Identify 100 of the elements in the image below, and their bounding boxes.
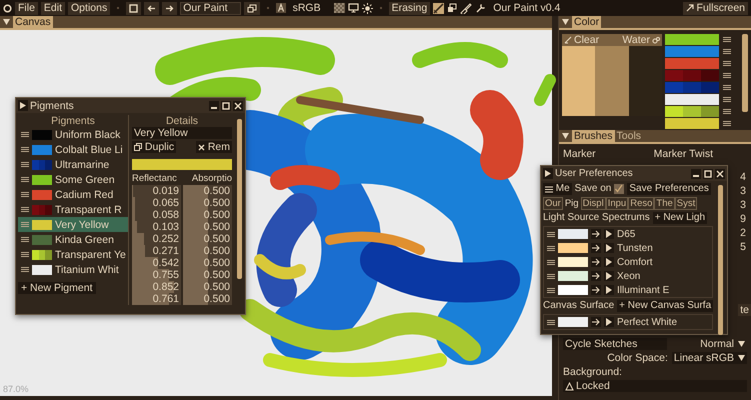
menu-button[interactable]: File (15, 2, 38, 14)
monitor-icon[interactable] (348, 3, 359, 13)
palette-swatch[interactable] (665, 106, 719, 117)
drag-handle-icon[interactable] (723, 49, 731, 54)
menu-button[interactable]: Me (543, 183, 572, 195)
maximize-icon[interactable] (221, 100, 231, 110)
scrollbar[interactable] (237, 119, 242, 279)
light-color-swatch[interactable] (558, 257, 588, 267)
drag-handle-icon[interactable] (21, 207, 29, 212)
drag-handle-icon[interactable] (547, 320, 555, 324)
erasing-toggle[interactable]: Erasing (388, 2, 430, 14)
locked-toggle[interactable]: Locked (563, 380, 747, 392)
cycle-sketches-button[interactable]: Cycle Sketches (563, 338, 667, 350)
reflectance-slider[interactable]: 0.761 (132, 293, 181, 305)
arrow-right-icon[interactable] (591, 285, 601, 295)
drag-handle-icon[interactable] (547, 288, 555, 292)
drag-handle-icon[interactable] (723, 121, 731, 126)
drag-handle-icon[interactable] (723, 109, 731, 114)
pigment-item[interactable]: Cadium Red (18, 187, 128, 202)
palette-swatch[interactable] (665, 94, 719, 105)
pigment-name-field[interactable]: Very Yellow (132, 127, 232, 139)
reflectance-slider[interactable]: 0.019 (132, 185, 181, 197)
app-logo-icon[interactable] (3, 4, 12, 12)
pigment-item[interactable]: Transparent Ye (18, 247, 128, 262)
absorption-slider[interactable]: 0.500 (183, 257, 232, 269)
light-color-swatch[interactable] (558, 271, 588, 281)
collapse-triangle-icon[interactable] (559, 19, 572, 25)
water-button[interactable]: Water (622, 34, 660, 46)
close-icon[interactable] (715, 168, 725, 178)
palette-swatch[interactable] (665, 70, 719, 81)
clear-button[interactable]: Clear (564, 34, 600, 46)
menu-button[interactable]: Edit (40, 2, 66, 14)
minimize-icon[interactable] (691, 168, 701, 178)
reflectance-slider[interactable]: 0.755 (132, 269, 181, 281)
absorption-slider[interactable]: 0.500 (183, 269, 232, 281)
surface-color-swatch[interactable] (558, 317, 588, 327)
drag-handle-icon[interactable] (21, 162, 29, 167)
play-icon[interactable] (604, 317, 614, 327)
pigment-item[interactable]: Uniform Black (18, 127, 128, 142)
pigment-item[interactable]: Some Green (18, 172, 128, 187)
absorption-slider[interactable]: 0.500 (183, 245, 232, 257)
drag-handle-icon[interactable] (21, 132, 29, 137)
drag-handle-icon[interactable] (21, 267, 29, 272)
preferences-tab[interactable]: The (654, 197, 675, 210)
collapse-triangle-icon[interactable] (0, 19, 13, 25)
absorption-slider[interactable]: 0.500 (183, 233, 232, 245)
mix-color-area[interactable] (595, 46, 629, 116)
drag-handle-icon[interactable] (21, 147, 29, 152)
scrollbar[interactable] (718, 185, 723, 335)
reflectance-slider[interactable]: 0.252 (132, 233, 181, 245)
checker-icon[interactable] (334, 3, 345, 13)
new-light-button[interactable]: + New Ligh (652, 212, 708, 224)
reflectance-slider[interactable]: 0.103 (132, 221, 181, 233)
play-icon[interactable] (604, 271, 614, 281)
collapse-triangle-icon[interactable] (559, 133, 572, 139)
reflectance-slider[interactable]: 0.058 (132, 209, 181, 221)
absorption-slider[interactable]: 0.500 (183, 185, 232, 197)
pigment-item[interactable]: Kinda Green (18, 232, 128, 247)
play-icon[interactable] (604, 229, 614, 239)
light-color-swatch[interactable] (558, 285, 588, 295)
brush-item[interactable]: Marker (563, 148, 596, 160)
square-icon[interactable] (126, 2, 142, 14)
preferences-tab[interactable]: Reso (628, 197, 654, 210)
reflectance-slider[interactable]: 0.065 (132, 197, 181, 209)
drag-handle-icon[interactable] (547, 260, 555, 264)
drag-handle-icon[interactable] (21, 222, 29, 227)
absorption-slider[interactable]: 0.500 (183, 221, 232, 233)
light-color-swatch[interactable] (558, 243, 588, 253)
palette-swatch[interactable] (665, 34, 719, 45)
reflectance-slider[interactable]: 0.542 (132, 257, 181, 269)
drag-handle-icon[interactable] (21, 252, 29, 257)
play-icon[interactable] (18, 100, 28, 111)
absorption-slider[interactable]: 0.500 (183, 293, 232, 305)
preferences-tab[interactable]: Our (543, 197, 563, 210)
text-a-icon[interactable] (276, 3, 286, 13)
brush-stroke-icon[interactable] (433, 2, 444, 14)
save-preferences-button[interactable]: Save Preferences (627, 183, 711, 195)
play-icon[interactable] (604, 285, 614, 295)
color-space-dropdown[interactable]: Linear sRGB (672, 352, 747, 364)
drag-handle-icon[interactable] (723, 85, 731, 90)
sun-icon[interactable] (362, 2, 373, 14)
menu-button[interactable]: Options (68, 2, 110, 14)
minimize-icon[interactable] (209, 100, 219, 110)
absorption-slider[interactable]: 0.500 (183, 197, 232, 209)
palette-swatch[interactable] (665, 118, 719, 129)
brush-item[interactable]: Marker Twist (654, 148, 713, 160)
pigment-item[interactable]: Colbalt Blue Li (18, 142, 128, 157)
preferences-tab[interactable]: Syst (674, 197, 698, 210)
duplicate-button[interactable]: Duplic (132, 141, 176, 153)
wrench-icon[interactable] (475, 2, 486, 14)
windows-icon[interactable] (244, 2, 260, 14)
drag-handle-icon[interactable] (723, 97, 731, 102)
remove-button[interactable]: Rem (196, 141, 232, 153)
play-icon[interactable] (604, 257, 614, 267)
blend-mode-dropdown[interactable]: Normal (698, 338, 747, 350)
play-icon[interactable] (604, 243, 614, 253)
panel-tab[interactable]: Tools (614, 130, 644, 142)
save-checkbox[interactable] (614, 184, 624, 194)
preferences-tab[interactable]: Inpu (606, 197, 628, 210)
close-icon[interactable] (233, 100, 243, 110)
